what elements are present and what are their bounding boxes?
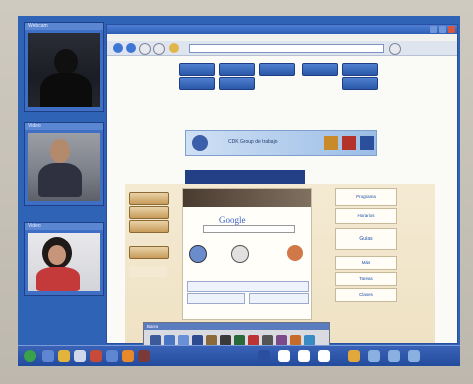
browser-title-bar [107, 25, 457, 34]
avatar-icon[interactable] [287, 245, 303, 261]
search-icon[interactable] [389, 43, 401, 55]
menu-bar[interactable] [107, 34, 457, 41]
remote-video-title-2: Video [25, 223, 103, 230]
menu-button-7[interactable] [219, 77, 255, 90]
app-icon[interactable] [298, 350, 310, 362]
remote-video-window-2[interactable]: Video [24, 222, 104, 296]
web-page-content: CDK Group de trabajo Google Programa Hor… [107, 56, 457, 343]
remote-video-title-1: Video [25, 123, 103, 130]
start-icon[interactable] [24, 350, 36, 362]
back-icon[interactable] [113, 43, 123, 53]
right-link-3[interactable]: Guías [335, 228, 397, 250]
monitor-bezel: Webcam Video Video CDK Group de trabajo … [0, 0, 473, 384]
app-icon[interactable] [90, 350, 102, 362]
menu-button-2[interactable] [219, 63, 255, 76]
remote-video-window-1[interactable]: Video [24, 122, 104, 206]
right-link-1[interactable]: Programa [335, 188, 397, 206]
right-link-2[interactable]: Horarios [335, 208, 397, 224]
google-logo: Google [219, 215, 246, 225]
side-button-4[interactable] [129, 246, 169, 259]
app-icon[interactable] [318, 350, 330, 362]
app-icon[interactable] [74, 350, 86, 362]
logo-icon [192, 135, 208, 151]
app-icon[interactable] [348, 350, 360, 362]
app-icon[interactable] [42, 350, 54, 362]
app-icon[interactable] [408, 350, 420, 362]
minimize-button[interactable] [430, 26, 437, 33]
card-header-image [183, 189, 311, 207]
banner-title: CDK Group de trabajo [228, 139, 278, 145]
side-button-3[interactable] [129, 220, 169, 233]
self-video-feed [28, 33, 100, 107]
refresh-icon[interactable] [139, 43, 151, 55]
flag-icon [324, 136, 338, 150]
forward-icon[interactable] [126, 43, 136, 53]
center-button-3[interactable] [249, 293, 309, 304]
menu-button-6[interactable] [179, 77, 215, 90]
app-icon[interactable] [122, 350, 134, 362]
flag-icon [342, 136, 356, 150]
right-link-4[interactable]: Más [335, 256, 397, 270]
app-icon[interactable] [258, 350, 270, 362]
center-card: Google [182, 188, 312, 320]
menu-button-3[interactable] [259, 63, 295, 76]
self-video-title: Webcam [25, 23, 103, 30]
remote-video-feed-1 [28, 133, 100, 201]
right-link-5[interactable]: Tareas [335, 272, 397, 286]
side-button-2[interactable] [129, 206, 169, 219]
site-banner: CDK Group de trabajo [185, 130, 377, 156]
menu-button-8[interactable] [342, 77, 378, 90]
close-button[interactable] [448, 26, 455, 33]
person-silhouette [54, 49, 78, 75]
wikipedia-icon[interactable] [231, 245, 249, 263]
maximize-button[interactable] [439, 26, 446, 33]
right-link-6[interactable]: Clases [335, 288, 397, 302]
app-icon[interactable] [138, 350, 150, 362]
address-bar[interactable] [189, 44, 384, 53]
menu-button-5[interactable] [342, 63, 378, 76]
desktop-screen: Webcam Video Video CDK Group de trabajo … [18, 16, 460, 366]
menu-button-4[interactable] [302, 63, 338, 76]
globe-icon[interactable] [189, 245, 207, 263]
home-icon[interactable] [153, 43, 165, 55]
navigation-toolbar [107, 41, 457, 56]
remote-video-feed-2 [28, 233, 100, 291]
self-video-window[interactable]: Webcam [24, 22, 104, 112]
search-input[interactable] [203, 225, 295, 233]
side-button-5[interactable] [129, 266, 167, 277]
app-icon[interactable] [58, 350, 70, 362]
person-face [50, 139, 70, 163]
app-icon[interactable] [278, 350, 290, 362]
browser-window[interactable]: CDK Group de trabajo Google Programa Hor… [106, 24, 458, 344]
flag-icon [360, 136, 374, 150]
menu-button-1[interactable] [179, 63, 215, 76]
center-button-1[interactable] [187, 281, 309, 292]
app-icon[interactable] [106, 350, 118, 362]
tab-strip [185, 170, 305, 184]
bookmark-icon[interactable] [169, 43, 179, 53]
app-icon[interactable] [388, 350, 400, 362]
center-button-2[interactable] [187, 293, 245, 304]
side-button-1[interactable] [129, 192, 169, 205]
app-icon[interactable] [368, 350, 380, 362]
taskbar [18, 345, 460, 366]
quicklaunch-title: Barra [144, 323, 329, 330]
